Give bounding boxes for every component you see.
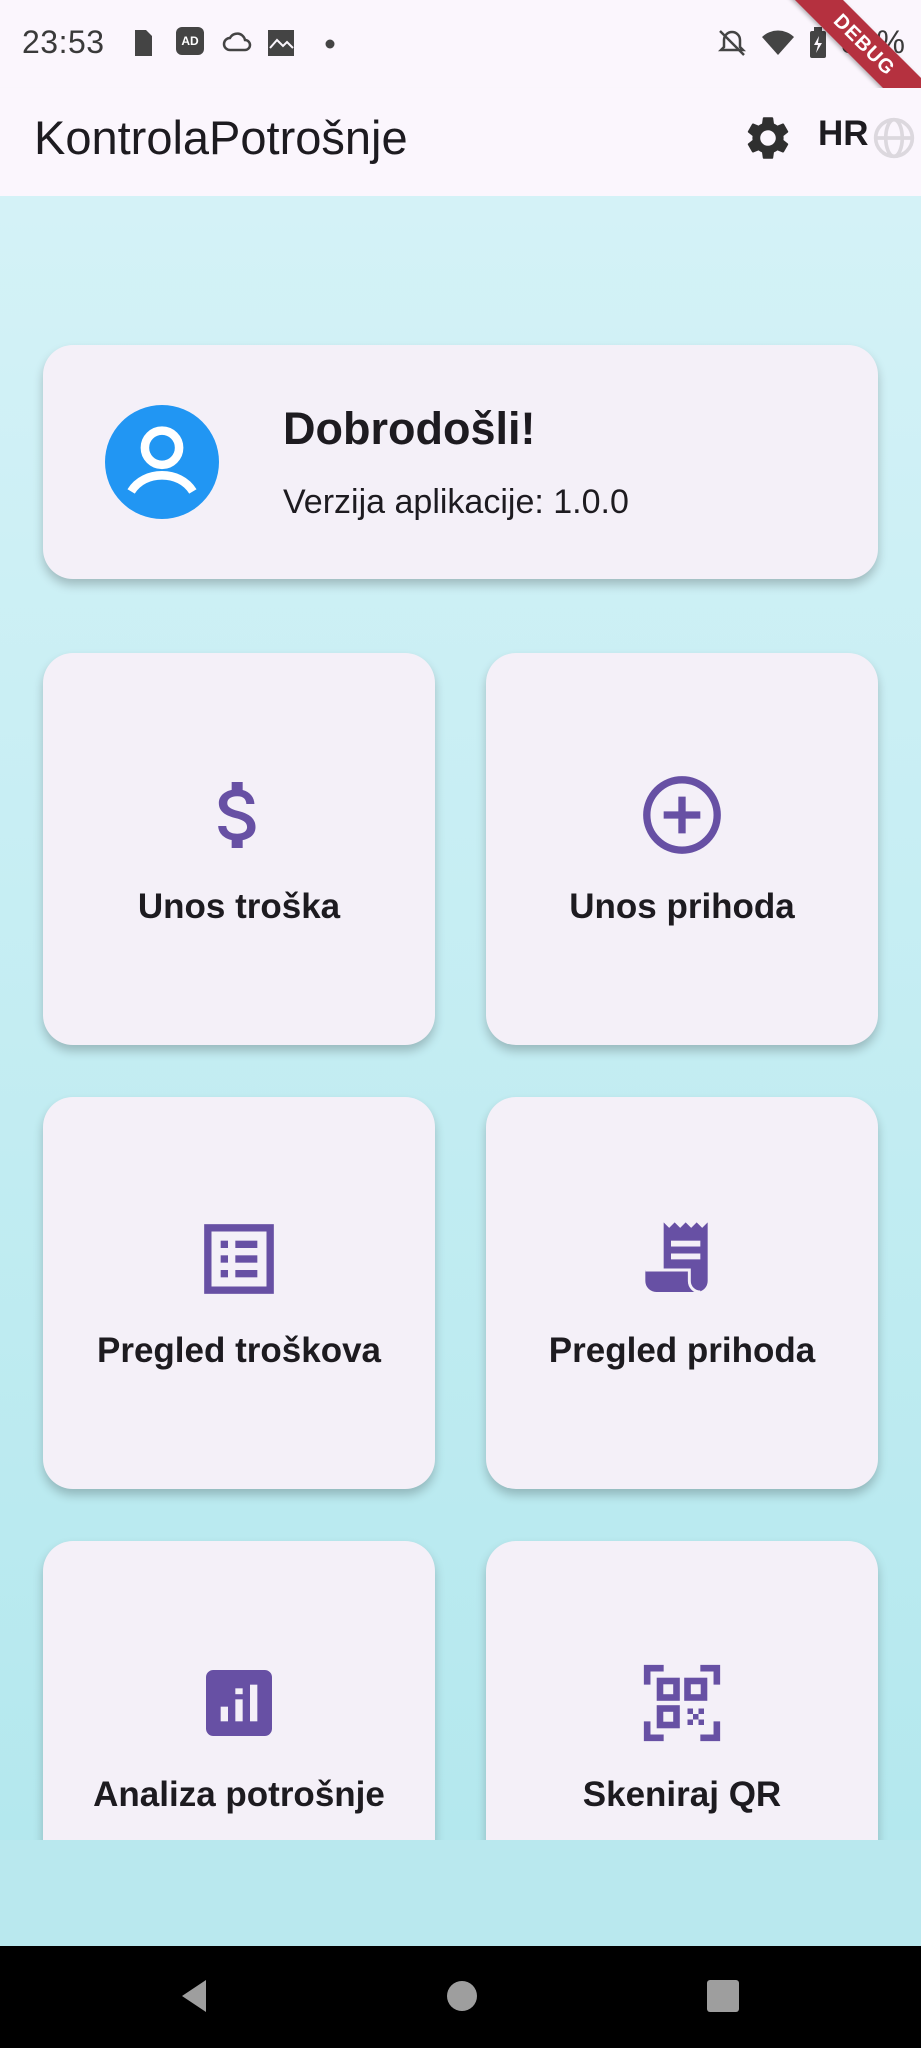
welcome-title: Dobrodošli! bbox=[283, 403, 536, 454]
add-expense-tile[interactable]: Unos troška bbox=[43, 653, 435, 1045]
ad-blocker-icon: AD bbox=[176, 27, 204, 55]
language-button[interactable]: HR bbox=[818, 114, 869, 154]
system-navigation-bar bbox=[0, 1946, 921, 2048]
scan-qr-tile[interactable]: Skeniraj QR bbox=[486, 1541, 878, 1840]
view-income-tile[interactable]: Pregled prihoda bbox=[486, 1097, 878, 1489]
tile-label: Unos prihoda bbox=[569, 887, 795, 926]
app-bar: KontrolaPotrošnje HR bbox=[0, 88, 921, 196]
notifications-off-icon bbox=[717, 29, 746, 56]
notification-dot-icon bbox=[325, 39, 335, 49]
status-time: 23:53 bbox=[22, 24, 105, 60]
app-version: Verzija aplikacije: 1.0.0 bbox=[283, 483, 629, 521]
recents-icon[interactable] bbox=[703, 1976, 743, 2016]
welcome-card: Dobrodošli! Verzija aplikacije: 1.0.0 bbox=[43, 345, 878, 579]
home-icon[interactable] bbox=[442, 1976, 482, 2016]
receipt-icon bbox=[645, 1222, 708, 1294]
spending-analysis-tile[interactable]: Analiza potrošnje bbox=[43, 1541, 435, 1840]
list-alt-icon bbox=[204, 1224, 274, 1294]
tile-label: Unos troška bbox=[137, 887, 341, 926]
back-icon[interactable] bbox=[176, 1976, 216, 2016]
svg-text:AD: AD bbox=[181, 34, 199, 48]
tile-label: Analiza potrošnje bbox=[93, 1775, 385, 1814]
cloud-icon bbox=[222, 32, 252, 52]
home-content[interactable]: Dobrodošli! Verzija aplikacije: 1.0.0 Un… bbox=[0, 196, 921, 1840]
sim-card-icon bbox=[135, 30, 152, 56]
analytics-icon bbox=[206, 1670, 272, 1736]
status-bar: 23:53 AD 80% DEBUG bbox=[0, 0, 921, 139]
battery-icon bbox=[809, 26, 826, 58]
add-circle-icon bbox=[643, 776, 721, 854]
app-title: KontrolaPotrošnje bbox=[34, 111, 408, 164]
wifi-icon bbox=[761, 30, 794, 55]
dollar-icon bbox=[218, 782, 256, 848]
globe-icon[interactable] bbox=[872, 116, 916, 160]
tile-label: Pregled prihoda bbox=[548, 1331, 816, 1370]
qr-code-scanner-icon bbox=[643, 1664, 721, 1742]
view-expenses-tile[interactable]: Pregled troškova bbox=[43, 1097, 435, 1489]
gallery-icon bbox=[268, 30, 294, 56]
tile-label: Skeniraj QR bbox=[582, 1775, 782, 1814]
add-income-tile[interactable]: Unos prihoda bbox=[486, 653, 878, 1045]
account-circle-icon bbox=[105, 405, 219, 519]
tile-label: Pregled troškova bbox=[97, 1331, 381, 1370]
gear-icon[interactable] bbox=[742, 112, 794, 164]
